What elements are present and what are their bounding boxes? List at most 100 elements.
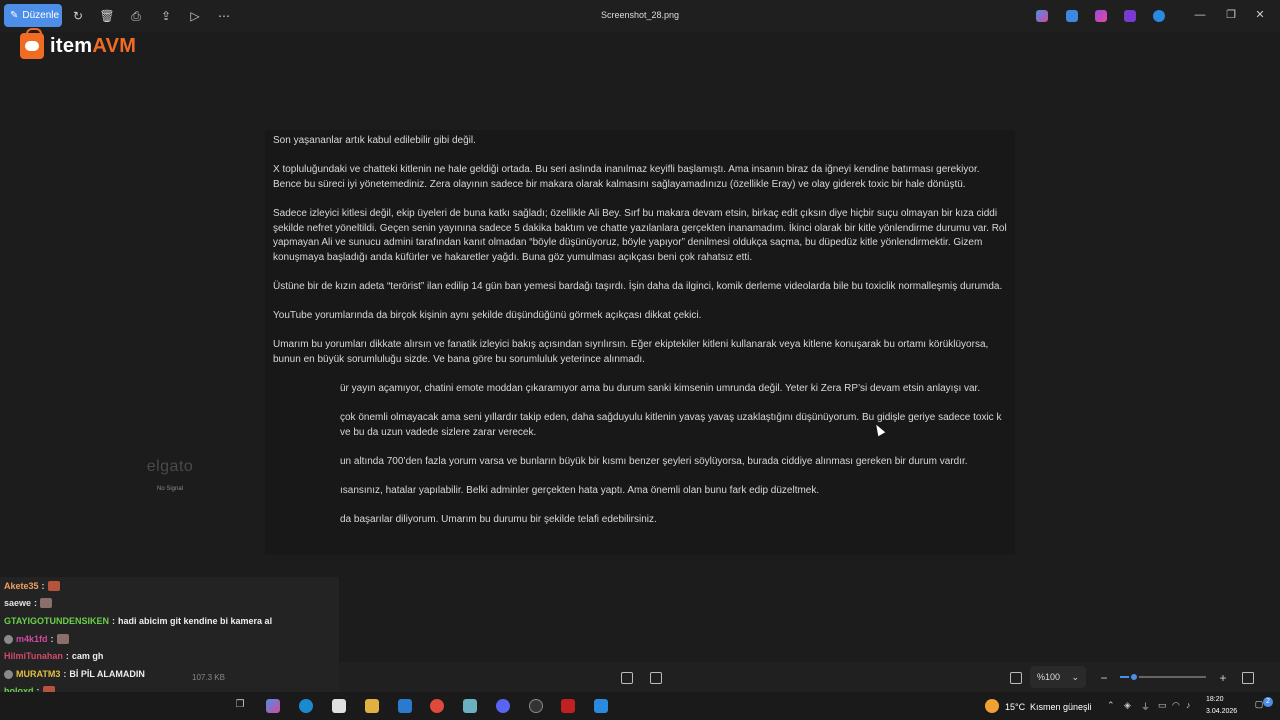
photos-icon[interactable] (594, 699, 608, 713)
volume-icon[interactable]: ♪ (1186, 700, 1191, 710)
user-badge-icon (4, 669, 13, 679)
document-paragraph-partial: da başarılar diliyorum. Umarım bu durumu… (340, 514, 657, 526)
slideshow-icon[interactable]: ▷ (187, 8, 203, 24)
document-paragraph-partial: un altında 700’den fazla yorum varsa ve … (340, 456, 968, 468)
streaming-app-icon[interactable] (561, 699, 575, 713)
weather-icon[interactable] (985, 699, 999, 713)
discord-icon[interactable] (496, 699, 510, 713)
chat-message: Akete35: (4, 581, 60, 591)
edge-icon[interactable] (299, 699, 313, 713)
obs-icon[interactable] (529, 699, 543, 713)
document-paragraph-partial: çok önemli olmayacak ama seni yıllardır … (340, 412, 1002, 438)
logo-prefix: item (50, 34, 93, 57)
onedrive-icon[interactable] (1153, 10, 1165, 22)
chat-separator: : (112, 616, 116, 626)
chat-emote-icon (40, 598, 53, 608)
designer-icon[interactable] (1095, 10, 1107, 22)
chat-separator: : (41, 581, 45, 591)
chat-separator: : (65, 651, 69, 661)
chat-username: GTAYIGOTUNDENSIKEN (4, 616, 110, 626)
zoom-select[interactable]: %100 ⌄ (1030, 666, 1086, 688)
chat-text: hadi abicim git kendine bi kamera al (118, 616, 273, 626)
document-text: Son yaşananlar artık kabul edilebilir gi… (273, 134, 1008, 543)
chat-username: m4k1fd (16, 634, 48, 644)
edit-button[interactable]: ✎ Düzenle (4, 4, 62, 27)
visual-search-icon[interactable] (650, 672, 662, 684)
tray-apps-icon[interactable]: ◈ (1124, 700, 1131, 711)
no-signal-text: No Signal (156, 486, 183, 492)
chat-username: HilmiTunahan (4, 651, 63, 661)
fit-to-window-icon[interactable] (1010, 672, 1022, 684)
document-paragraph: Üstüne bir de kızın adeta “terörist” ila… (273, 280, 1003, 292)
clipchamp-icon[interactable] (1124, 10, 1136, 22)
chat-text: Bİ PİL ALAMADIN (69, 669, 145, 679)
crop-icon[interactable] (621, 672, 633, 684)
weather-temp: 15°C (1005, 702, 1026, 712)
chat-emote-icon (56, 634, 69, 644)
chat-username: MURATM3 (16, 669, 61, 679)
chat-separator: : (50, 634, 54, 644)
document-paragraph: Son yaşananlar artık kabul edilebilir gi… (273, 135, 476, 146)
itemavm-logo: itemAVM (20, 28, 137, 60)
chat-username: saewe (4, 598, 32, 608)
shopping-bag-icon (20, 28, 44, 59)
notepad-icon[interactable] (463, 699, 477, 713)
network-icon[interactable]: ▭ (1158, 700, 1167, 711)
chat-message: GTAYIGOTUNDENSIKEN: hadi abicim git kendi… (4, 616, 272, 626)
document-paragraph: X topluluğundaki ve chatteki kitlenin ne… (273, 164, 980, 190)
mail-icon[interactable] (398, 699, 412, 713)
chat-message: m4k1fd: (4, 634, 69, 644)
close-icon[interactable]: ✕ (1253, 8, 1267, 22)
file-size: 107.3 KB (192, 673, 225, 682)
clock-date[interactable]: 3.04.2026 (1206, 708, 1237, 715)
store-icon[interactable] (332, 699, 346, 713)
chat-text: cam gh (71, 651, 104, 661)
chat-separator: : (34, 598, 38, 608)
window-title: Screenshot_28.png (600, 10, 680, 20)
document-paragraph: Umarım bu yorumları dikkate alırsın ve f… (273, 339, 989, 365)
clock-time[interactable]: 18:20 (1206, 696, 1224, 703)
logo-suffix: AVM (92, 34, 137, 57)
chat-message: MURATM3: Bİ PİL ALAMADIN (4, 669, 145, 679)
document-paragraph: Sadece izleyici kitlesi değil, ekip üyel… (273, 207, 1007, 263)
chat-emote-icon (47, 581, 60, 591)
share-icon[interactable]: ⇪ (158, 8, 174, 24)
pencil-icon: ✎ (10, 10, 19, 21)
zoom-level: %100 (1037, 672, 1061, 682)
elgato-logo: elgato (146, 458, 194, 475)
rotate-icon[interactable]: ↻ (70, 8, 86, 24)
task-view-icon[interactable]: ❐ (233, 699, 247, 713)
chat-separator: : (63, 669, 67, 679)
zoom-out-icon[interactable]: − (1096, 670, 1112, 686)
document-paragraph-partial: ür yayın açamıyor, chatini emote moddan … (340, 383, 981, 395)
zoom-slider-thumb[interactable] (1129, 672, 1139, 682)
editor-icon[interactable] (1066, 10, 1078, 22)
chat-message: saewe: (4, 598, 53, 608)
file-explorer-icon[interactable] (365, 699, 379, 713)
chevron-down-icon: ⌄ (1071, 671, 1079, 682)
copilot-taskbar-icon[interactable] (266, 699, 280, 713)
weather-desc: Kısmen güneşli (1030, 702, 1092, 712)
wifi-icon[interactable]: ◠ (1172, 700, 1180, 711)
document-paragraph-partial: ısansınız, hatalar yapılabilir. Belki ad… (340, 485, 820, 497)
chat-username: Akete35 (4, 581, 39, 591)
delete-icon[interactable]: 🗑 (99, 8, 115, 24)
fullscreen-icon[interactable] (1242, 672, 1254, 684)
chrome-icon[interactable] (430, 699, 444, 713)
maximize-icon[interactable]: ❐ (1224, 8, 1238, 22)
title-bar: ✎ Düzenle ↻ 🗑 ⎙ ⇪ ▷ ⋯ Screenshot_28.png … (0, 0, 1280, 32)
edit-button-label: Düzenle (22, 10, 60, 21)
more-options-icon[interactable]: ⋯ (216, 8, 232, 24)
document-paragraph: YouTube yorumlarında da birçok kişinin a… (273, 310, 702, 322)
usb-icon[interactable]: ⏚ (1141, 700, 1150, 713)
tray-expand-icon[interactable]: ⌃ (1107, 700, 1115, 711)
user-badge-icon (4, 634, 13, 644)
elgato-placeholder: elgato No Signal (120, 458, 220, 492)
chat-overlay: Akete35: saewe: GTAYIGOTUNDENSIKEN: hadi ab… (0, 577, 339, 714)
notification-count: 2 (1263, 697, 1273, 707)
chat-message: HilmiTunahan: cam gh (4, 651, 103, 661)
copilot-icon[interactable] (1036, 10, 1048, 22)
print-icon[interactable]: ⎙ (128, 8, 144, 24)
zoom-in-icon[interactable]: + (1215, 670, 1231, 686)
minimize-icon[interactable]: — (1193, 8, 1207, 22)
